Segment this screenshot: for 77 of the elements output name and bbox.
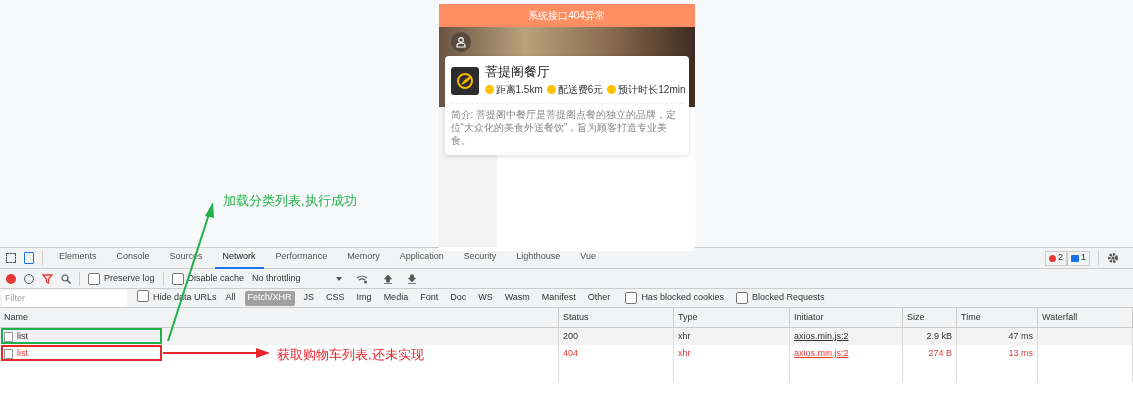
throttling-select[interactable]: No throttling xyxy=(252,271,329,286)
devtools-tab[interactable]: Vue xyxy=(572,247,604,269)
table-cell-text: 274 B xyxy=(928,346,952,360)
type-filter[interactable]: Wasm xyxy=(501,290,533,306)
column-header[interactable]: Initiator xyxy=(790,308,903,327)
search-icon[interactable] xyxy=(61,273,71,284)
error-icon xyxy=(1048,254,1056,262)
column-header[interactable]: Status xyxy=(559,308,674,327)
devtools-tab[interactable]: Application xyxy=(391,247,452,269)
type-filter[interactable]: All xyxy=(222,290,239,306)
table-cell-text: 404 xyxy=(563,346,579,360)
checkbox[interactable] xyxy=(88,272,100,285)
page-header: 系统接口404异常 xyxy=(438,4,695,27)
shop-description: 简介: 菩提阁中餐厅是菩提阁点餐的独立的品牌，定位“大众化的美食外送餐饮”，旨为顾客打造专业美食。 xyxy=(450,108,678,147)
checkbox[interactable] xyxy=(625,292,638,304)
message-icon xyxy=(1071,254,1079,262)
devtools-tab[interactable]: Security xyxy=(455,247,505,269)
type-filter[interactable]: Media xyxy=(380,290,412,306)
caret-icon xyxy=(336,276,343,281)
info-icon xyxy=(546,85,556,94)
table-cell-text: list xyxy=(17,329,28,343)
device-toolbar-icon[interactable] xyxy=(24,252,34,264)
checkbox[interactable] xyxy=(735,292,748,304)
filter-option-label: Has blocked cookies xyxy=(641,291,724,305)
type-filter[interactable]: JS xyxy=(300,290,318,306)
table-cell-text: xhr xyxy=(678,346,691,360)
table-cell-text: 200 xyxy=(563,329,579,343)
row-checkbox[interactable] xyxy=(4,348,13,359)
annotation-text: 获取购物车列表,还未实现 xyxy=(277,346,424,364)
type-filter[interactable]: CSS xyxy=(323,290,348,306)
devtools-tab[interactable]: Console xyxy=(108,247,158,269)
initiator-link[interactable]: axios.min.js:2 xyxy=(794,346,849,361)
row-checkbox[interactable] xyxy=(4,331,13,342)
info-icon xyxy=(607,85,617,94)
devtools-tab[interactable]: Network xyxy=(214,247,264,269)
type-filter[interactable]: Doc xyxy=(447,290,470,306)
filter-icon[interactable] xyxy=(42,273,53,284)
devtools-tab[interactable]: Elements xyxy=(51,247,105,269)
devtools-tab[interactable]: Memory xyxy=(339,247,388,269)
preserve-log-label: Preserve log xyxy=(104,271,155,285)
checkbox[interactable] xyxy=(137,289,149,302)
shop-logo xyxy=(450,66,479,95)
column-header[interactable]: Size xyxy=(903,308,957,327)
error-badge[interactable]: 2 xyxy=(1044,250,1067,266)
message-badge[interactable]: 1 xyxy=(1067,250,1090,266)
table-cell-text: xhr xyxy=(678,329,691,343)
table-cell-text: 2.9 kB xyxy=(926,329,952,343)
table-cell-text: 13 ms xyxy=(1008,346,1033,360)
table-cell-text: 47 ms xyxy=(1008,329,1033,343)
type-filter[interactable]: Img xyxy=(353,290,375,306)
filter-option-label: Blocked Requests xyxy=(751,291,825,305)
record-icon[interactable] xyxy=(6,273,16,284)
filter-field[interactable]: Filter xyxy=(2,289,127,307)
column-header[interactable]: Name xyxy=(0,308,559,327)
column-header[interactable]: Type xyxy=(674,308,790,327)
inspect-icon[interactable] xyxy=(6,253,16,263)
devtools-tab[interactable]: Lighthouse xyxy=(508,247,569,269)
shop-info: 预计时长12min xyxy=(618,83,686,97)
annotation-text: 加载分类列表,执行成功 xyxy=(223,192,357,210)
type-filter[interactable]: WS xyxy=(475,290,496,306)
shop-info: 距离1.5km xyxy=(495,83,543,97)
type-filter[interactable]: Font xyxy=(417,290,442,306)
download-icon[interactable] xyxy=(407,273,418,284)
type-filter[interactable]: Other xyxy=(584,290,614,306)
checkbox[interactable] xyxy=(171,272,184,285)
column-header[interactable]: Time xyxy=(957,308,1038,327)
settings-icon[interactable] xyxy=(1107,252,1119,264)
upload-icon[interactable] xyxy=(383,273,394,284)
devtools-tab[interactable]: Performance xyxy=(267,247,336,269)
wifi-icon[interactable] xyxy=(356,273,370,284)
shop-name: 菩提阁餐厅 xyxy=(484,64,551,80)
initiator-link[interactable]: axios.min.js:2 xyxy=(794,329,849,344)
shop-info: 配送费6元 xyxy=(557,83,604,97)
column-header[interactable]: Waterfall xyxy=(1038,308,1133,327)
info-icon xyxy=(484,85,494,94)
type-filter[interactable]: Manifest xyxy=(538,290,579,306)
table-cell-text: list xyxy=(17,346,28,360)
